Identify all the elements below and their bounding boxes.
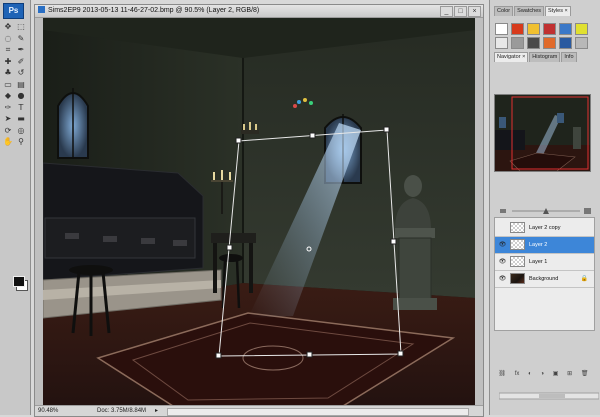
blur-tool-icon[interactable]: ◆ (3, 91, 13, 100)
3d-rotate-tool-icon[interactable]: ⟳ (3, 126, 13, 135)
dodge-tool-icon[interactable]: ● (16, 91, 26, 100)
photoshop-logo: Ps (3, 3, 24, 19)
layer-row[interactable]: 👁 Layer 2 (495, 237, 594, 254)
layer-thumbnail (510, 222, 525, 233)
pen-tool-icon[interactable]: ✑ (3, 103, 13, 112)
visibility-eye-icon[interactable]: 👁 (498, 275, 507, 283)
style-swatch[interactable] (511, 37, 524, 49)
navigator-panel-tabs: Navigator × Histogram Info (494, 52, 577, 62)
transform-handle-bottom-right[interactable] (397, 350, 404, 357)
transform-handle-right[interactable] (390, 238, 397, 245)
adjustment-layer-icon[interactable]: ◑ (540, 370, 544, 379)
style-swatch[interactable] (543, 37, 556, 49)
eraser-tool-icon[interactable]: ▭ (3, 80, 13, 89)
add-mask-icon[interactable]: ◐ (528, 370, 532, 379)
gradient-tool-icon[interactable]: ▤ (16, 80, 26, 89)
layers-panel-footer: ⛓ fx ◐ ◑ ▣ ⊞ 🗑 (494, 370, 593, 379)
navigator-thumbnail[interactable] (494, 94, 591, 172)
style-swatch[interactable] (527, 37, 540, 49)
zoom-tool-icon[interactable]: ⚲ (16, 137, 26, 146)
new-layer-icon[interactable]: ⊞ (567, 370, 572, 379)
transform-handle-left[interactable] (226, 244, 233, 251)
document-window: Sims2EP9 2013-05-13 11-46-27-02.bmp @ 90… (34, 4, 484, 417)
clone-stamp-tool-icon[interactable]: ♣ (3, 68, 13, 77)
marquee-tool-icon[interactable]: ⬚ (16, 22, 26, 31)
visibility-eye-icon[interactable] (498, 224, 507, 232)
lasso-tool-icon[interactable]: ◌ (3, 34, 13, 43)
foreground-color-swatch[interactable] (13, 276, 25, 287)
new-group-icon[interactable]: ▣ (553, 370, 559, 379)
style-swatch[interactable] (559, 37, 572, 49)
history-brush-tool-icon[interactable]: ↺ (16, 68, 26, 77)
layer-thumbnail (510, 273, 525, 284)
path-select-tool-icon[interactable]: ➤ (3, 114, 13, 123)
visibility-eye-icon[interactable]: 👁 (498, 258, 507, 266)
maximize-button[interactable]: □ (454, 6, 467, 17)
move-tool-icon[interactable]: ✥ (3, 22, 13, 31)
transform-handle-bottom[interactable] (306, 351, 313, 358)
transform-handle-top-right[interactable] (383, 126, 390, 133)
layer-name: Layer 2 copy (529, 225, 561, 231)
style-swatch[interactable] (495, 23, 508, 35)
brush-tool-icon[interactable]: ✐ (16, 57, 26, 66)
close-button[interactable]: × (468, 6, 481, 17)
visibility-eye-icon[interactable]: 👁 (498, 241, 507, 249)
style-swatch[interactable] (559, 23, 572, 35)
minimize-button[interactable]: _ (440, 6, 453, 17)
crop-tool-icon[interactable]: ⌗ (3, 45, 13, 54)
layer-thumbnail (510, 239, 525, 250)
navigator-preview-image (495, 95, 590, 171)
tab-color[interactable]: Color (494, 6, 514, 16)
document-title-bar[interactable]: Sims2EP9 2013-05-13 11-46-27-02.bmp @ 90… (35, 5, 483, 18)
layer-name: Background (529, 276, 559, 282)
document-title: Sims2EP9 2013-05-13 11-46-27-02.bmp @ 90… (48, 7, 260, 14)
transform-center-point[interactable] (306, 246, 312, 252)
transform-handle-bottom-left[interactable] (215, 352, 222, 359)
fx-icon[interactable]: fx (515, 370, 520, 379)
style-swatch[interactable] (575, 37, 588, 49)
healing-brush-tool-icon[interactable]: ✚ (3, 57, 13, 66)
hand-tool-icon[interactable]: ✋ (3, 137, 13, 146)
layer-name: Layer 2 (529, 242, 548, 248)
styles-grid (495, 23, 591, 49)
layer-row[interactable]: 👁 Background 🔒 (495, 271, 594, 288)
type-tool-icon[interactable]: T (16, 103, 26, 112)
lock-icon: 🔒 (580, 276, 588, 282)
tab-swatches[interactable]: Swatches (514, 6, 545, 16)
eyedropper-tool-icon[interactable]: ✒ (16, 45, 26, 54)
document-status-bar: 90.48% Doc: 3.75M/8.84M ▸ (35, 405, 483, 416)
tab-info[interactable]: Info (561, 52, 577, 62)
style-swatch[interactable] (511, 23, 524, 35)
transform-handle-top[interactable] (309, 132, 316, 139)
layer-name: Layer 1 (529, 259, 548, 265)
styles-panel-tabs: Color Swatches Styles × (494, 6, 571, 16)
layers-panel: Layer 2 copy 👁 Layer 2 👁 Layer 1 👁 Background 🔒 (494, 217, 595, 331)
tab-styles[interactable]: Styles × (545, 6, 571, 16)
layer-thumbnail (510, 256, 525, 267)
style-swatch[interactable] (495, 37, 508, 49)
quick-select-tool-icon[interactable]: ✎ (16, 34, 26, 43)
layer-row[interactable]: 👁 Layer 1 (495, 254, 594, 271)
right-panels: Color Swatches Styles × Navigator × Histogr… (489, 0, 600, 415)
document-icon (38, 6, 45, 13)
style-swatch[interactable] (543, 23, 556, 35)
transform-handle-top-left[interactable] (235, 137, 242, 144)
navigator-zoom-slider[interactable] (494, 207, 594, 215)
tab-navigator[interactable]: Navigator × (494, 52, 529, 62)
image-canvas[interactable] (43, 18, 475, 406)
style-swatch[interactable] (575, 23, 588, 35)
link-layers-icon[interactable]: ⛓ (498, 370, 506, 379)
tab-histogram[interactable]: Histogram (529, 52, 561, 62)
style-swatch[interactable] (527, 23, 540, 35)
3d-camera-tool-icon[interactable]: ◎ (16, 126, 26, 135)
trash-icon[interactable]: 🗑 (581, 370, 589, 379)
layer-row[interactable]: Layer 2 copy (495, 220, 594, 237)
free-transform-box[interactable] (43, 18, 475, 406)
tools-panel: Ps ✥ ⬚ ◌ ✎ ⌗ ✒ ✚ ✐ ♣ ↺ ▭ ▤ ◆ ● ✑ T ➤ ▬ ⟳ ◎ ✋ ⚲ (0, 0, 31, 415)
shape-tool-icon[interactable]: ▬ (16, 114, 26, 123)
panel-bottom-scrollbar[interactable] (499, 392, 599, 400)
